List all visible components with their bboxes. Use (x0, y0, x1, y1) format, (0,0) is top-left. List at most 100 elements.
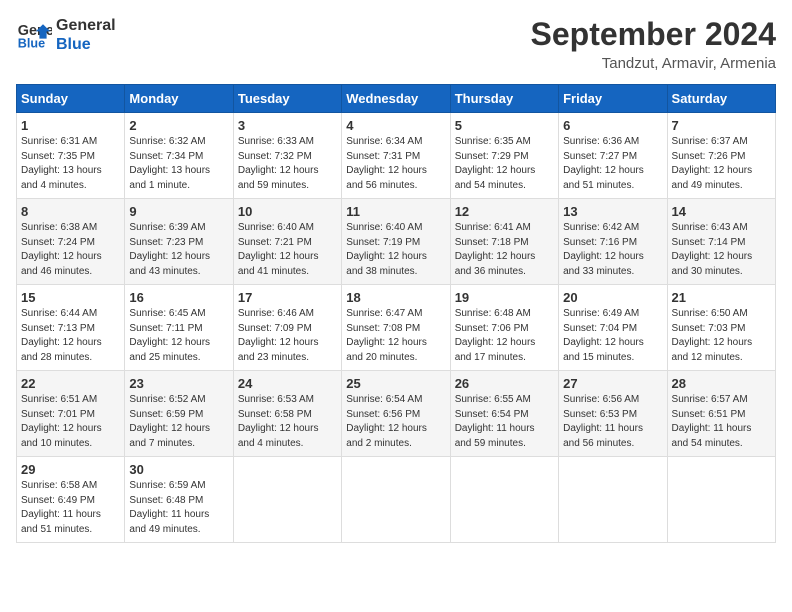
cell-text: Sunrise: 6:47 AMSunset: 7:08 PMDaylight:… (346, 307, 445, 365)
cell-text: Sunrise: 6:54 AMSunset: 6:56 PMDaylight:… (346, 393, 445, 451)
month-year: September 2024 (531, 16, 776, 53)
calendar-week-row: 8 Sunrise: 6:38 AMSunset: 7:24 PMDaylight… (17, 199, 776, 285)
col-header-sunday: Sunday (17, 85, 125, 113)
calendar-cell: 7Sunrise: 6:37 AMSunset: 7:26 PMDaylight… (667, 113, 775, 199)
calendar-cell: 8 Sunrise: 6:38 AMSunset: 7:24 PMDaylight… (17, 199, 125, 285)
cell-text: Sunrise: 6:44 AMSunset: 7:13 PMDaylight:… (21, 307, 120, 365)
cell-text: Sunrise: 6:57 AMSunset: 6:51 PMDaylight:… (672, 393, 771, 451)
cell-text: Sunrise: 6:41 AMSunset: 7:18 PMDaylight:… (455, 221, 554, 279)
page-header: General Blue General Blue September 2024… (16, 16, 776, 72)
cell-text: Sunrise: 6:51 AMSunset: 7:01 PMDaylight:… (21, 393, 120, 451)
cell-text: Sunrise: 6:32 AMSunset: 7:34 PMDaylight:… (129, 135, 228, 193)
day-number: 8 (21, 204, 120, 219)
calendar-cell: 18 Sunrise: 6:47 AMSunset: 7:08 PMDayligh… (342, 285, 450, 371)
day-number: 18 (346, 290, 445, 305)
calendar-cell (450, 457, 558, 543)
day-number: 24 (238, 376, 337, 391)
cell-text: Sunrise: 6:33 AMSunset: 7:32 PMDaylight:… (238, 135, 337, 193)
day-number: 5 (455, 118, 554, 133)
calendar-cell: 19 Sunrise: 6:48 AMSunset: 7:06 PMDayligh… (450, 285, 558, 371)
cell-text: Sunrise: 6:36 AMSunset: 7:27 PMDaylight:… (563, 135, 662, 193)
cell-text: Sunrise: 6:50 AMSunset: 7:03 PMDaylight:… (672, 307, 771, 365)
logo-icon: General Blue (16, 17, 52, 53)
col-header-thursday: Thursday (450, 85, 558, 113)
cell-text: Sunrise: 6:35 AMSunset: 7:29 PMDaylight:… (455, 135, 554, 193)
calendar-cell: 25 Sunrise: 6:54 AMSunset: 6:56 PMDayligh… (342, 371, 450, 457)
calendar-cell: 21 Sunrise: 6:50 AMSunset: 7:03 PMDayligh… (667, 285, 775, 371)
calendar-cell: 30Sunrise: 6:59 AMSunset: 6:48 PMDayligh… (125, 457, 233, 543)
calendar-cell: 15Sunrise: 6:44 AMSunset: 7:13 PMDayligh… (17, 285, 125, 371)
day-number: 14 (672, 204, 771, 219)
cell-text: Sunrise: 6:43 AMSunset: 7:14 PMDaylight:… (672, 221, 771, 279)
calendar-header-row: SundayMondayTuesdayWednesdayThursdayFrid… (17, 85, 776, 113)
day-number: 4 (346, 118, 445, 133)
day-number: 21 (672, 290, 771, 305)
cell-text: Sunrise: 6:58 AMSunset: 6:49 PMDaylight:… (21, 479, 120, 537)
calendar-cell: 24 Sunrise: 6:53 AMSunset: 6:58 PMDayligh… (233, 371, 341, 457)
cell-text: Sunrise: 6:31 AMSunset: 7:35 PMDaylight:… (21, 135, 120, 193)
cell-text: Sunrise: 6:39 AMSunset: 7:23 PMDaylight:… (129, 221, 228, 279)
calendar-cell: 27Sunrise: 6:56 AMSunset: 6:53 PMDayligh… (559, 371, 667, 457)
calendar-cell: 17Sunrise: 6:46 AMSunset: 7:09 PMDayligh… (233, 285, 341, 371)
day-number: 23 (129, 376, 228, 391)
calendar-cell: 16 Sunrise: 6:45 AMSunset: 7:11 PMDayligh… (125, 285, 233, 371)
location: Tandzut, Armavir, Armenia (531, 55, 776, 72)
cell-text: Sunrise: 6:37 AMSunset: 7:26 PMDaylight:… (672, 135, 771, 193)
col-header-saturday: Saturday (667, 85, 775, 113)
calendar-cell: 2 Sunrise: 6:32 AMSunset: 7:34 PMDaylight… (125, 113, 233, 199)
calendar-cell: 9 Sunrise: 6:39 AMSunset: 7:23 PMDaylight… (125, 199, 233, 285)
calendar-cell: 4 Sunrise: 6:34 AMSunset: 7:31 PMDaylight… (342, 113, 450, 199)
day-number: 26 (455, 376, 554, 391)
cell-text: Sunrise: 6:49 AMSunset: 7:04 PMDaylight:… (563, 307, 662, 365)
day-number: 29 (21, 462, 120, 477)
col-header-friday: Friday (559, 85, 667, 113)
cell-text: Sunrise: 6:40 AMSunset: 7:19 PMDaylight:… (346, 221, 445, 279)
day-number: 13 (563, 204, 662, 219)
day-number: 16 (129, 290, 228, 305)
cell-text: Sunrise: 6:46 AMSunset: 7:09 PMDaylight:… (238, 307, 337, 365)
day-number: 19 (455, 290, 554, 305)
cell-text: Sunrise: 6:52 AMSunset: 6:59 PMDaylight:… (129, 393, 228, 451)
day-number: 20 (563, 290, 662, 305)
day-number: 25 (346, 376, 445, 391)
col-header-tuesday: Tuesday (233, 85, 341, 113)
col-header-wednesday: Wednesday (342, 85, 450, 113)
day-number: 9 (129, 204, 228, 219)
calendar-week-row: 15Sunrise: 6:44 AMSunset: 7:13 PMDayligh… (17, 285, 776, 371)
logo: General Blue General Blue (16, 16, 116, 54)
calendar-cell: 20 Sunrise: 6:49 AMSunset: 7:04 PMDayligh… (559, 285, 667, 371)
day-number: 11 (346, 204, 445, 219)
day-number: 3 (238, 118, 337, 133)
day-number: 27 (563, 376, 662, 391)
day-number: 12 (455, 204, 554, 219)
logo-blue: Blue (56, 35, 116, 54)
day-number: 22 (21, 376, 120, 391)
calendar-cell: 13Sunrise: 6:42 AMSunset: 7:16 PMDayligh… (559, 199, 667, 285)
calendar-cell (667, 457, 775, 543)
calendar-cell: 22 Sunrise: 6:51 AMSunset: 7:01 PMDayligh… (17, 371, 125, 457)
calendar-cell: 23 Sunrise: 6:52 AMSunset: 6:59 PMDayligh… (125, 371, 233, 457)
title-block: September 2024 Tandzut, Armavir, Armenia (531, 16, 776, 72)
day-number: 28 (672, 376, 771, 391)
calendar-cell: 6 Sunrise: 6:36 AMSunset: 7:27 PMDaylight… (559, 113, 667, 199)
day-number: 2 (129, 118, 228, 133)
cell-text: Sunrise: 6:55 AMSunset: 6:54 PMDaylight:… (455, 393, 554, 451)
cell-text: Sunrise: 6:45 AMSunset: 7:11 PMDaylight:… (129, 307, 228, 365)
day-number: 6 (563, 118, 662, 133)
day-number: 30 (129, 462, 228, 477)
cell-text: Sunrise: 6:38 AMSunset: 7:24 PMDaylight:… (21, 221, 120, 279)
calendar-cell: 5 Sunrise: 6:35 AMSunset: 7:29 PMDaylight… (450, 113, 558, 199)
calendar-week-row: 29 Sunrise: 6:58 AMSunset: 6:49 PMDayligh… (17, 457, 776, 543)
logo-general: General (56, 16, 116, 35)
calendar-table: SundayMondayTuesdayWednesdayThursdayFrid… (16, 84, 776, 543)
calendar-cell: 11 Sunrise: 6:40 AMSunset: 7:19 PMDayligh… (342, 199, 450, 285)
calendar-cell (342, 457, 450, 543)
calendar-cell: 12 Sunrise: 6:41 AMSunset: 7:18 PMDayligh… (450, 199, 558, 285)
calendar-cell: 29 Sunrise: 6:58 AMSunset: 6:49 PMDayligh… (17, 457, 125, 543)
day-number: 1 (21, 118, 120, 133)
cell-text: Sunrise: 6:48 AMSunset: 7:06 PMDaylight:… (455, 307, 554, 365)
cell-text: Sunrise: 6:40 AMSunset: 7:21 PMDaylight:… (238, 221, 337, 279)
cell-text: Sunrise: 6:53 AMSunset: 6:58 PMDaylight:… (238, 393, 337, 451)
cell-text: Sunrise: 6:34 AMSunset: 7:31 PMDaylight:… (346, 135, 445, 193)
calendar-cell: 28 Sunrise: 6:57 AMSunset: 6:51 PMDayligh… (667, 371, 775, 457)
